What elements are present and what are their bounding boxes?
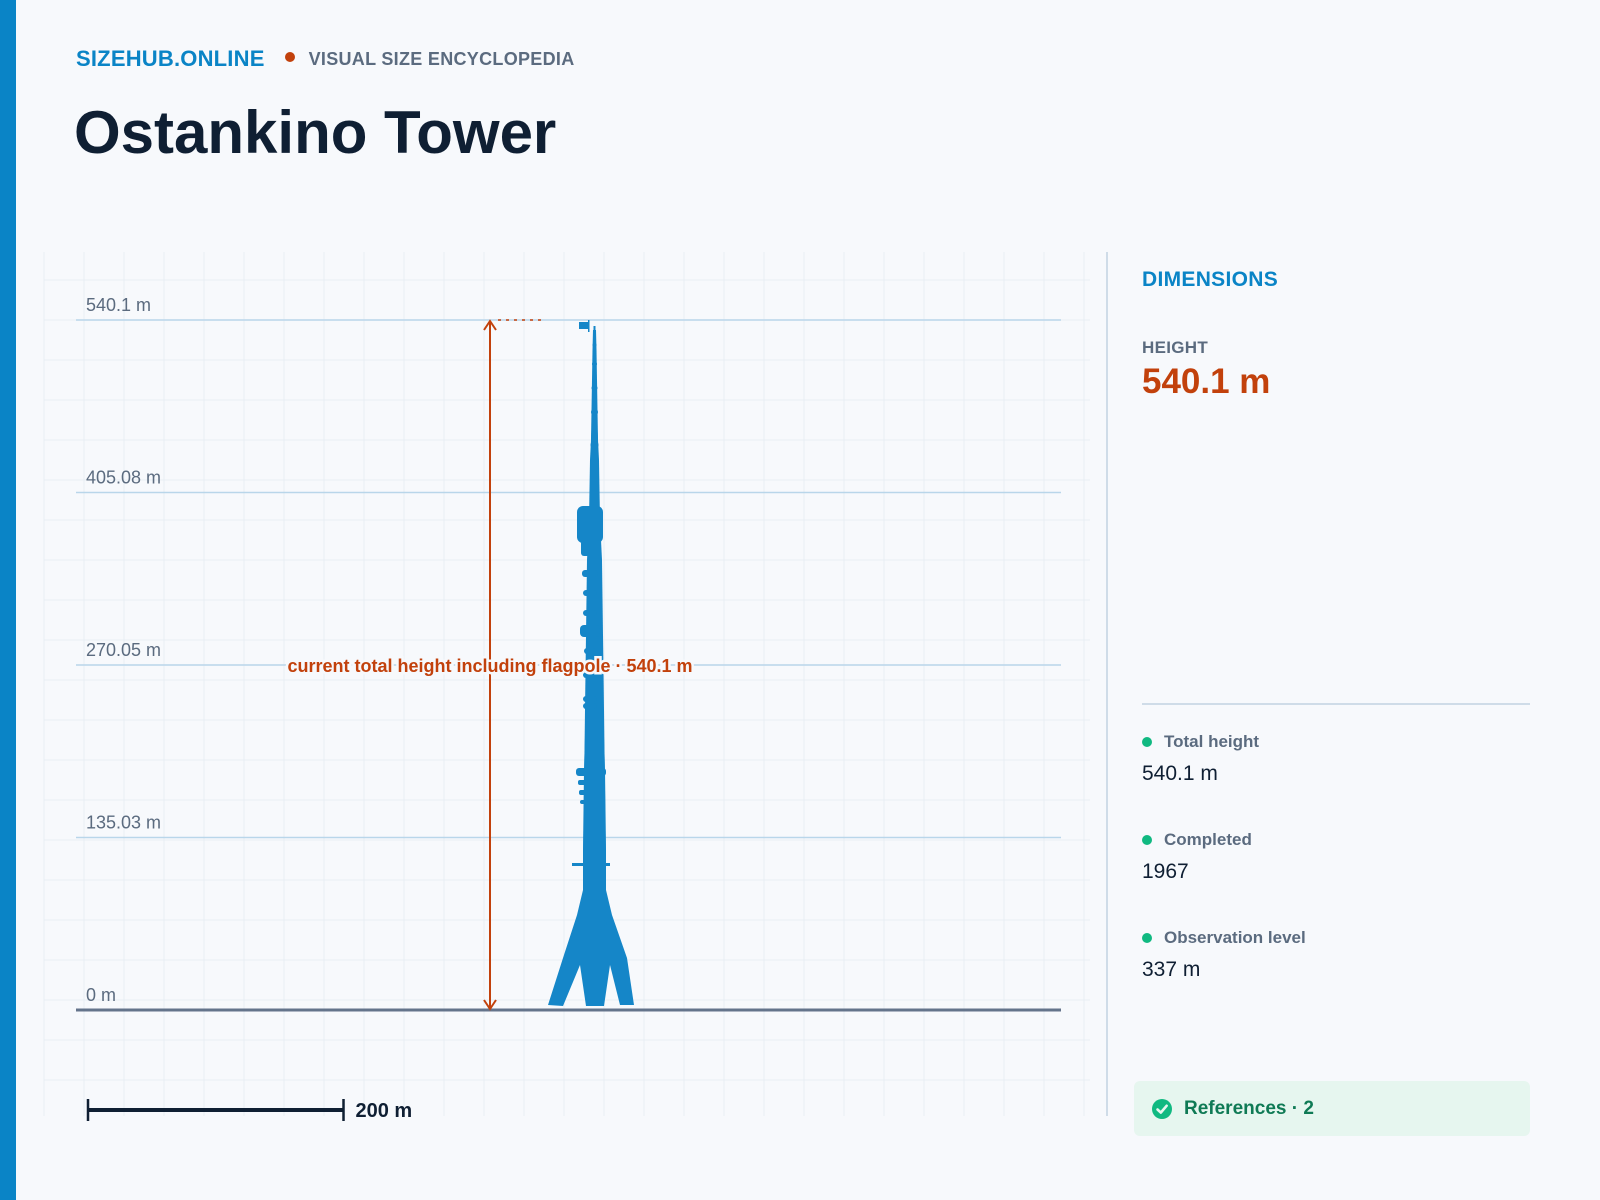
references-label: References · 2 <box>1184 1097 1314 1119</box>
scale-bar: 200 m <box>86 1099 413 1122</box>
reference-lines: 0 m 135.03 m 270.05 m 405.08 m 540.1 m <box>76 295 1061 1012</box>
tick-label: 0 m <box>86 985 116 1005</box>
size-chart: 0 m 135.03 m 270.05 m 405.08 m 540.1 m curre… <box>43 252 1090 1122</box>
height-annotation: current total height including flagpole … <box>287 656 692 676</box>
status-dot-icon <box>1142 737 1152 747</box>
tick-label: 135.03 m <box>86 812 161 832</box>
stat-total-height: Total height 540.1 m <box>1142 732 1259 786</box>
stat-completed: Completed 1967 <box>1142 830 1252 884</box>
stat-value: 540.1 m <box>1142 762 1218 785</box>
height-value: 540.1 m <box>1142 362 1271 401</box>
stat-observation-level: Observation level 337 m <box>1142 928 1306 982</box>
stat-label: Total height <box>1164 732 1260 751</box>
tick-label: 405.08 m <box>86 467 161 487</box>
status-dot-icon <box>1142 933 1152 943</box>
panel-divider <box>1106 252 1108 1116</box>
references-button[interactable]: References · 2 <box>1134 1081 1530 1136</box>
tick-label: 270.05 m <box>86 640 161 660</box>
panel-divider-line <box>1142 703 1530 705</box>
status-dot-icon <box>1142 835 1152 845</box>
stat-value: 337 m <box>1142 958 1201 981</box>
stat-label: Completed <box>1164 830 1252 849</box>
panel-title: DIMENSIONS <box>1142 268 1279 291</box>
check-circle-icon <box>1152 1098 1172 1119</box>
stat-value: 1967 <box>1142 860 1189 883</box>
stat-label: Observation level <box>1164 928 1306 947</box>
scale-bar-label: 200 m <box>356 1100 413 1122</box>
tick-label: 540.1 m <box>86 295 151 315</box>
height-label: HEIGHT <box>1142 338 1209 357</box>
